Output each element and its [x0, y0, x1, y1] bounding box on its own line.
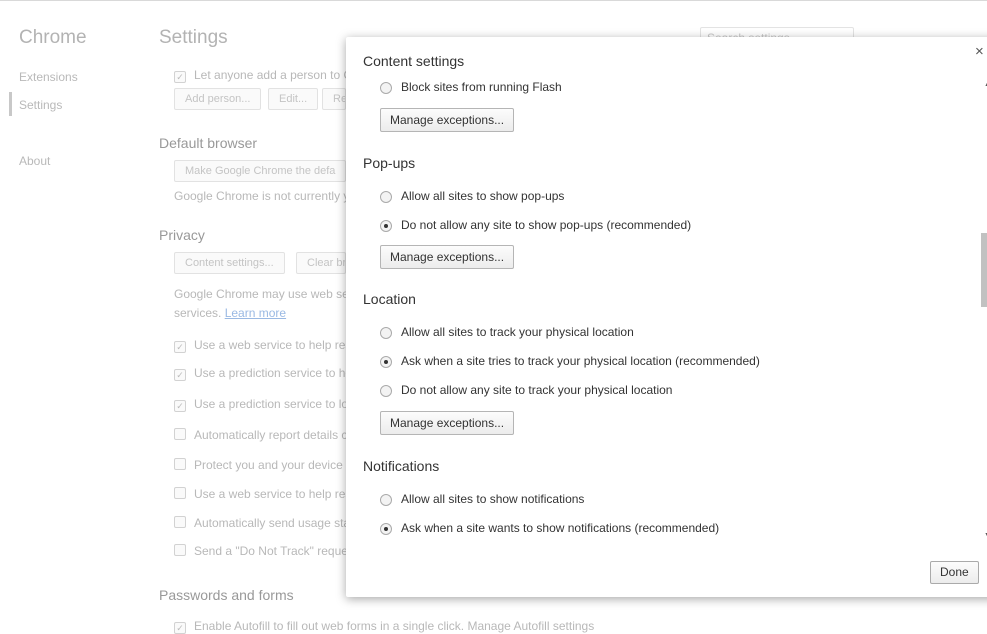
- popups-allow-radio[interactable]: Allow all sites to show pop-ups: [380, 188, 564, 204]
- flash-manage-exceptions-button[interactable]: Manage exceptions...: [380, 108, 515, 132]
- privacy-option-label: Send a "Do Not Track" reque: [194, 544, 348, 558]
- default-browser-heading: Default browser: [159, 135, 258, 151]
- privacy-option[interactable]: Automatically send usage sta: [174, 516, 350, 530]
- checkbox-unchecked-icon: [174, 458, 186, 470]
- privacy-heading: Privacy: [159, 227, 205, 243]
- radio-selected-icon: [380, 356, 392, 368]
- autofill-label: Enable Autofill to fill out web forms in…: [194, 619, 595, 633]
- radio-unselected-icon: [380, 494, 392, 506]
- sidebar-item-extensions[interactable]: Extensions: [19, 70, 78, 84]
- location-manage-exceptions-button[interactable]: Manage exceptions...: [380, 411, 515, 435]
- checkbox-checked-icon: ✓: [174, 369, 186, 381]
- location-option-label: Allow all sites to track your physical l…: [401, 325, 634, 339]
- privacy-option[interactable]: ✓ Use a web service to help res: [174, 338, 351, 353]
- let-anyone-label: Let anyone add a person to C: [194, 68, 353, 82]
- privacy-option-label: Use a prediction service to lo: [194, 397, 349, 411]
- done-button[interactable]: Done: [930, 561, 979, 584]
- privacy-option-label: Protect you and your device f: [194, 458, 350, 472]
- popups-manage-exceptions-button[interactable]: Manage exceptions...: [380, 245, 515, 269]
- privacy-option-label: Use a web service to help res: [194, 487, 352, 501]
- radio-selected-icon: [380, 523, 392, 535]
- location-ask-radio[interactable]: Ask when a site tries to track your phys…: [380, 353, 760, 369]
- privacy-option[interactable]: ✓ Use a prediction service to he: [174, 366, 352, 381]
- remove-person-button[interactable]: Re: [322, 88, 346, 110]
- checkbox-checked-icon: ✓: [174, 622, 186, 634]
- privacy-services-text: services.: [174, 306, 222, 320]
- checkbox-unchecked-icon: [174, 428, 186, 440]
- popups-option-label: Allow all sites to show pop-ups: [401, 189, 565, 203]
- let-anyone-add-person-checkbox[interactable]: ✓ Let anyone add a person to C: [174, 68, 352, 83]
- flash-block-radio[interactable]: Block sites from running Flash: [380, 79, 562, 95]
- privacy-description: Google Chrome may use web ser: [174, 287, 353, 301]
- checkbox-unchecked-icon: [174, 544, 186, 556]
- location-option-label: Do not allow any site to track your phys…: [401, 383, 673, 397]
- privacy-option[interactable]: ✓ Use a prediction service to lo: [174, 397, 348, 412]
- notifications-heading: Notifications: [363, 458, 440, 474]
- radio-selected-icon: [380, 220, 392, 232]
- privacy-option-label: Automatically report details c: [194, 428, 348, 442]
- location-heading: Location: [363, 291, 416, 307]
- page-title: Settings: [159, 27, 228, 48]
- notifications-allow-radio[interactable]: Allow all sites to show notifications: [380, 491, 584, 507]
- flash-option-label: Block sites from running Flash: [401, 80, 562, 94]
- privacy-option[interactable]: Use a web service to help res: [174, 487, 351, 501]
- popups-heading: Pop-ups: [363, 155, 416, 171]
- privacy-option[interactable]: Automatically report details c: [174, 428, 347, 442]
- dialog-scrollbar[interactable]: ▲ ▼: [981, 77, 987, 543]
- privacy-option-label: Use a prediction service to he: [194, 366, 353, 380]
- radio-unselected-icon: [380, 385, 392, 397]
- dialog-title: Content settings: [363, 53, 465, 69]
- notifications-option-label: Ask when a site wants to show notificati…: [401, 521, 720, 535]
- popups-block-radio[interactable]: Do not allow any site to show pop-ups (r…: [380, 217, 691, 233]
- content-settings-dialog: Content settings × Block sites from runn…: [346, 37, 987, 597]
- checkbox-checked-icon: ✓: [174, 400, 186, 412]
- checkbox-checked-icon: ✓: [174, 341, 186, 353]
- checkbox-unchecked-icon: [174, 487, 186, 499]
- default-browser-status: Google Chrome is not currently y: [174, 189, 350, 203]
- notifications-ask-radio[interactable]: Ask when a site wants to show notificati…: [380, 520, 719, 536]
- close-icon[interactable]: ×: [975, 43, 984, 60]
- scrollbar-thumb[interactable]: [981, 233, 987, 307]
- privacy-option-label: Use a web service to help res: [194, 338, 352, 352]
- checkbox-unchecked-icon: [174, 516, 186, 528]
- checkbox-checked-icon: ✓: [174, 71, 186, 83]
- edit-person-button[interactable]: Edit...: [268, 88, 319, 110]
- privacy-description-line2: services. Learn more: [174, 306, 286, 320]
- sidebar-item-settings[interactable]: Settings: [19, 98, 62, 112]
- sidebar-title: Chrome: [19, 27, 87, 48]
- passwords-heading: Passwords and forms: [159, 587, 294, 603]
- location-option-label: Ask when a site tries to track your phys…: [401, 354, 760, 368]
- sidebar-item-about[interactable]: About: [19, 154, 50, 168]
- popups-option-label: Do not allow any site to show pop-ups (r…: [401, 218, 692, 232]
- location-block-radio[interactable]: Do not allow any site to track your phys…: [380, 382, 672, 398]
- learn-more-link[interactable]: Learn more: [225, 306, 286, 320]
- sidebar-selected-indicator: [9, 92, 12, 116]
- radio-unselected-icon: [380, 191, 392, 203]
- notifications-option-label: Allow all sites to show notifications: [401, 492, 585, 506]
- add-person-button[interactable]: Add person...: [174, 88, 262, 110]
- make-default-browser-button[interactable]: Make Google Chrome the defa: [174, 160, 346, 182]
- clear-browsing-data-button[interactable]: Clear br: [296, 252, 346, 274]
- dialog-scroll-area[interactable]: Block sites from running Flash Manage ex…: [346, 77, 981, 543]
- radio-unselected-icon: [380, 327, 392, 339]
- privacy-option[interactable]: Send a "Do Not Track" reque: [174, 544, 348, 558]
- content-settings-button[interactable]: Content settings...: [174, 252, 285, 274]
- location-allow-radio[interactable]: Allow all sites to track your physical l…: [380, 324, 634, 340]
- privacy-option[interactable]: Protect you and your device f: [174, 458, 349, 472]
- privacy-option-label: Automatically send usage sta: [194, 516, 351, 530]
- radio-unselected-icon: [380, 82, 392, 94]
